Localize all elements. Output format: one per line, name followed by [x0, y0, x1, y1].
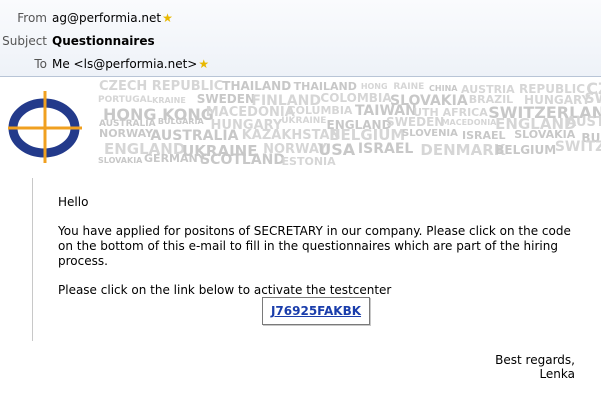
watermark-country: MACEDONIA: [441, 117, 497, 127]
to-field[interactable]: Me <ls@performia.net>★: [52, 54, 209, 74]
watermark-country: SLOVENIA: [402, 127, 458, 139]
watermark-country: BELGIUM: [495, 142, 557, 157]
watermark-country: ISRAEL: [357, 141, 414, 158]
testcenter-code-link[interactable]: J76925FAKBK: [263, 298, 369, 324]
watermark-country: UKRAINE: [281, 116, 327, 127]
watermark-country: DENMARK: [420, 140, 506, 159]
watermark-country: KRAINE: [152, 96, 186, 106]
subject-value: Questionnaires: [52, 34, 155, 48]
closing: Best regards,: [495, 353, 575, 367]
watermark-country: SLOVAKIA: [98, 156, 143, 166]
watermark-country: NORWAY: [99, 127, 154, 141]
from-field[interactable]: ag@performia.net★: [52, 8, 173, 28]
greeting: Hello: [58, 195, 89, 209]
watermark-country: BULGARIA: [157, 116, 204, 126]
from-row: From ag@performia.net★: [0, 8, 601, 28]
body-paragraph-2: Please click on the link below to activa…: [58, 283, 392, 297]
performia-logo-icon: [8, 91, 82, 163]
signature-block: Best regards, Lenka: [495, 353, 575, 381]
to-address[interactable]: Me <ls@performia.net>: [52, 57, 197, 71]
country-names-watermark: CZECH REPUBLIC THAILAND THAILAND HONG RAINE C…: [0, 77, 601, 171]
watermark-country: HONG: [360, 82, 388, 92]
email-banner: CZECH REPUBLIC THAILAND THAILAND HONG RAINE C…: [0, 77, 601, 171]
watermark-country: SWITZERLAND: [554, 139, 601, 155]
message-body: Hello You have applied for positons of S…: [58, 195, 578, 312]
subject-row: Subject Questionnaires: [0, 31, 601, 51]
subject-label: Subject: [2, 34, 47, 48]
from-label: From: [17, 11, 47, 25]
from-address[interactable]: ag@performia.net: [52, 11, 161, 25]
star-icon[interactable]: ★: [198, 57, 209, 71]
star-icon[interactable]: ★: [162, 11, 173, 25]
to-row: To Me <ls@performia.net>★: [0, 54, 601, 74]
watermark-country: ESTONIA: [281, 154, 336, 168]
signature: Lenka: [539, 367, 575, 381]
watermark-country: CHINA: [429, 84, 458, 94]
watermark-country: GERMANY: [144, 152, 206, 166]
watermark-country: SWEDEN: [196, 91, 256, 106]
quote-rule: [32, 178, 33, 341]
code-box: J76925FAKBK: [262, 297, 370, 325]
to-label: To: [34, 57, 47, 71]
body-paragraph-1: You have applied for positons of SECRETA…: [58, 224, 571, 268]
watermark-country: PORTUGAL: [98, 95, 153, 106]
watermark-country: SCOTLAND: [200, 151, 285, 168]
message-header: From ag@performia.net★ Subject Questionn…: [0, 0, 601, 77]
watermark-country: RAINE: [393, 82, 425, 93]
